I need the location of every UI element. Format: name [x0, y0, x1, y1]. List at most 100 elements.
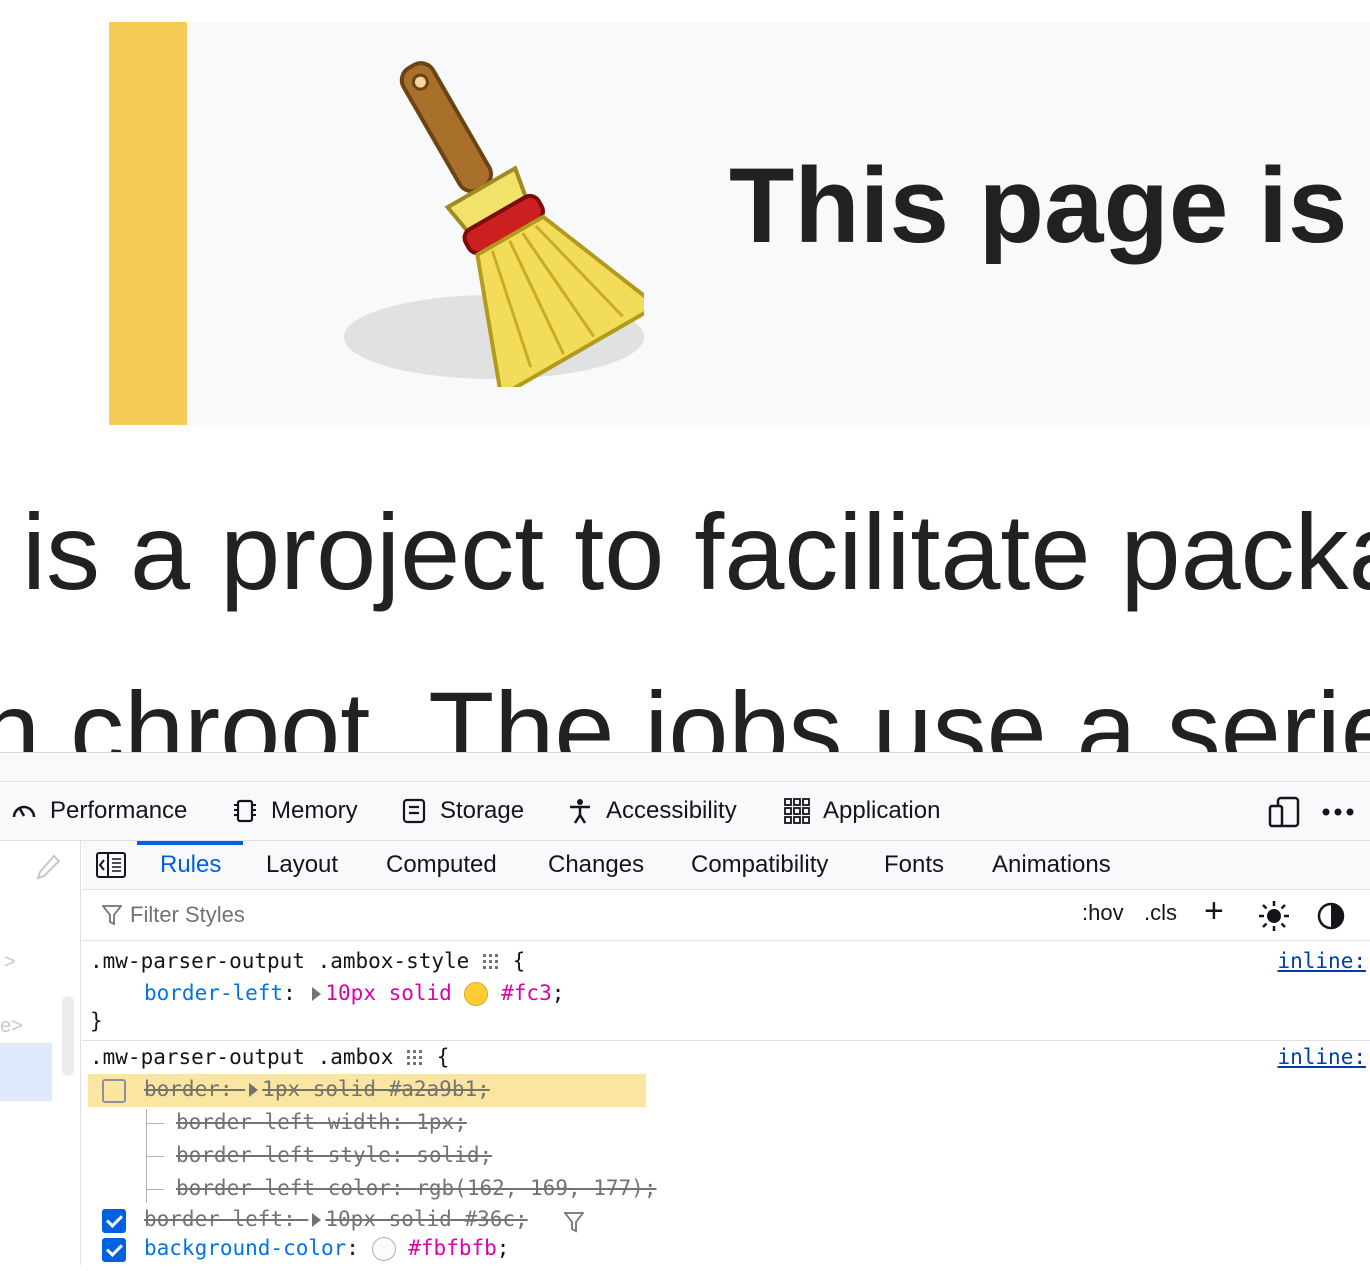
- declaration-property: border-left-style: [176, 1143, 391, 1167]
- article-text-line: n chroot. The jobs use a serie: [0, 669, 1370, 753]
- declaration-property: border-left-color: [176, 1176, 391, 1200]
- tab-changes[interactable]: Changes: [548, 841, 644, 889]
- css-subdeclaration: border-left-style: solid;: [176, 1143, 492, 1167]
- tree-line: [146, 1189, 164, 1190]
- declaration-value: solid: [416, 1143, 480, 1167]
- tab-label: Computed: [386, 851, 497, 878]
- declaration-value: 1px: [416, 1110, 455, 1134]
- tab-compatibility[interactable]: Compatibility: [691, 841, 828, 889]
- semicolon: ;: [479, 1143, 493, 1167]
- grid-highlight-icon[interactable]: [482, 953, 500, 971]
- tab-animations[interactable]: Animations: [992, 841, 1111, 889]
- tab-storage[interactable]: Storage: [400, 782, 524, 840]
- web-page: This page is is a project to facilitate …: [0, 0, 1370, 752]
- rule-source-link[interactable]: inline:: [1277, 949, 1366, 973]
- colon: :: [283, 1207, 296, 1231]
- css-declaration[interactable]: background-color: #fbfbfb;: [144, 1236, 509, 1261]
- declaration-color-value[interactable]: #fc3: [501, 981, 552, 1005]
- tab-label: Application: [823, 797, 941, 824]
- broom-icon: [344, 61, 644, 387]
- rule-source-link[interactable]: inline:: [1277, 1045, 1366, 1069]
- eyedropper-icon[interactable]: [32, 853, 62, 883]
- tab-computed[interactable]: Computed: [386, 841, 497, 889]
- color-swatch[interactable]: [464, 982, 489, 1006]
- css-rules-list: .mw-parser-output .ambox-style { inline:…: [82, 943, 1370, 1265]
- declaration-checkbox[interactable]: [102, 1079, 126, 1103]
- filter-funnel-icon[interactable]: [564, 1211, 584, 1233]
- expand-triangle-icon[interactable]: [312, 987, 322, 1001]
- colon: :: [390, 1176, 404, 1200]
- toggle-panel-icon[interactable]: [96, 852, 126, 878]
- rule-selector[interactable]: .mw-parser-output .ambox-style: [90, 949, 469, 973]
- memory-chip-icon: [234, 799, 256, 823]
- grid-highlight-icon[interactable]: [406, 1049, 424, 1067]
- css-subdeclaration: border-left-width: 1px;: [176, 1110, 467, 1134]
- light-theme-icon[interactable]: [1258, 900, 1290, 932]
- css-subdeclaration: border-left-color: rgb(162, 169, 177);: [176, 1176, 656, 1200]
- semicolon: ;: [551, 981, 565, 1005]
- css-declaration[interactable]: border-left: 10px solid #fc3;: [144, 981, 564, 1006]
- tab-label: Layout: [266, 851, 339, 878]
- color-swatch[interactable]: [371, 1237, 396, 1261]
- declaration-property[interactable]: border-left: [144, 1207, 283, 1231]
- declaration-value[interactable]: #fbfbfb: [408, 1236, 497, 1260]
- devtools-resize-strip[interactable]: [0, 753, 1370, 782]
- tab-memory[interactable]: Memory: [231, 782, 358, 840]
- filter-funnel-icon: [102, 905, 122, 926]
- performance-gauge-icon: [12, 805, 36, 818]
- semicolon: ;: [515, 1207, 528, 1231]
- expand-triangle-icon[interactable]: [312, 1213, 322, 1227]
- tab-accessibility[interactable]: Accessibility: [566, 782, 737, 840]
- rule-selector-line: .mw-parser-output .ambox {: [90, 1045, 449, 1069]
- semicolon: ;: [454, 1110, 467, 1134]
- tree-line: [146, 1123, 164, 1124]
- tab-fonts[interactable]: Fonts: [884, 841, 944, 889]
- css-rule: .mw-parser-output .ambox { inline: borde…: [82, 1041, 1370, 1271]
- css-declaration-overridden[interactable]: border: 1px solid #a2a9b1;: [144, 1077, 490, 1101]
- colon: :: [346, 1236, 359, 1260]
- tab-label: Animations: [992, 851, 1111, 878]
- declaration-property: border-left-width: [176, 1110, 391, 1134]
- declaration-property[interactable]: border: [144, 1077, 220, 1101]
- declaration-checkbox[interactable]: [102, 1209, 126, 1233]
- active-tab-indicator: [137, 841, 244, 845]
- application-grid-icon: [784, 798, 810, 824]
- colon: :: [219, 1077, 233, 1101]
- tab-rules[interactable]: Rules: [137, 841, 244, 889]
- css-declaration-overridden[interactable]: border-left: 10px solid #36c;: [144, 1207, 528, 1231]
- dark-theme-icon[interactable]: [1316, 901, 1346, 931]
- collapse-triangle-icon[interactable]: [249, 1083, 259, 1097]
- declaration-value[interactable]: 1px solid #a2a9b1: [262, 1077, 477, 1101]
- more-options-icon[interactable]: [1320, 796, 1356, 828]
- devtools-panel: Performance Memory Storage Accessibility: [0, 752, 1370, 1265]
- declaration-property[interactable]: border-left: [144, 981, 283, 1005]
- article-text-line: is a project to facilitate packa: [22, 491, 1370, 612]
- declaration-value[interactable]: 10px solid #36c: [325, 1207, 515, 1231]
- declaration-value[interactable]: 10px solid: [325, 981, 451, 1005]
- hov-button[interactable]: :hov: [1082, 900, 1124, 926]
- tab-application[interactable]: Application: [783, 782, 940, 840]
- tab-layout[interactable]: Layout: [266, 841, 338, 889]
- selected-node-row[interactable]: [0, 1043, 52, 1101]
- declaration-property[interactable]: background-color: [144, 1236, 346, 1260]
- devtools-toolbar: Performance Memory Storage Accessibility: [0, 782, 1370, 841]
- add-rule-button[interactable]: +: [1204, 894, 1224, 928]
- semicolon: ;: [643, 1176, 657, 1200]
- tab-label: Rules: [160, 851, 222, 878]
- filter-styles-input[interactable]: Filter Styles: [102, 902, 245, 928]
- ambox-title: This page is: [729, 145, 1348, 265]
- markup-scrollbar[interactable]: [62, 996, 74, 1076]
- tab-performance[interactable]: Performance: [10, 782, 187, 840]
- responsive-design-icon[interactable]: [1268, 796, 1300, 828]
- tab-label: Fonts: [884, 851, 945, 878]
- cls-button[interactable]: .cls: [1144, 900, 1177, 926]
- markup-panel[interactable]: > e>: [0, 841, 81, 1265]
- declaration-checkbox[interactable]: [102, 1238, 126, 1262]
- tree-expand-arrow[interactable]: >: [4, 951, 16, 974]
- rule-selector[interactable]: .mw-parser-output .ambox: [90, 1045, 393, 1069]
- rules-filter-bar: Filter Styles :hov .cls +: [82, 890, 1370, 941]
- tab-label: Memory: [271, 797, 358, 824]
- colon: :: [390, 1110, 404, 1134]
- accessibility-person-icon: [570, 799, 590, 824]
- colon: :: [390, 1143, 404, 1167]
